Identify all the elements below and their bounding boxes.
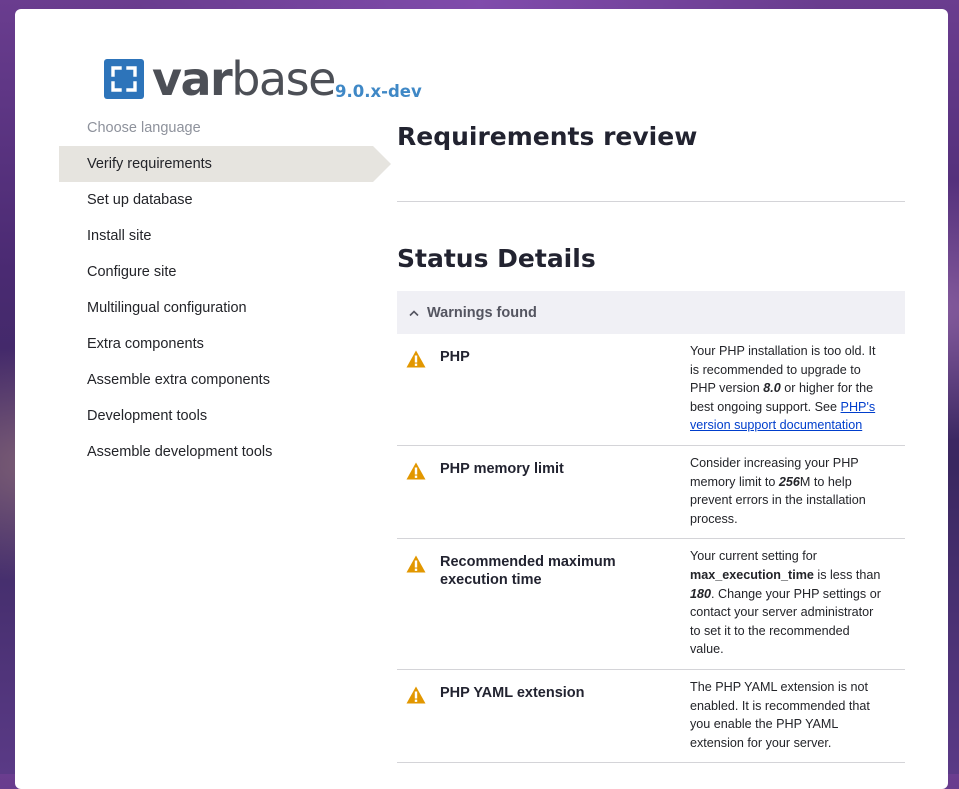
warnings-group-title: Warnings found (427, 304, 537, 321)
step-verify-requirements: Verify requirements (59, 146, 391, 182)
warning-title: PHP memory limit (440, 460, 564, 477)
warning-title: PHP YAML extension (440, 684, 585, 701)
divider (397, 201, 905, 202)
warning-description: Consider increasing your PHP memory limi… (690, 455, 866, 526)
chevron-up-icon (409, 309, 419, 317)
step-set-up-database: Set up database (87, 192, 193, 208)
warning-description: The PHP YAML extension is not enabled. I… (690, 679, 870, 750)
install-steps: Choose language Verify requirements Set … (59, 110, 391, 470)
logo-wordmark: varbase (152, 52, 336, 106)
step-configure-site: Configure site (87, 264, 177, 280)
step-assemble-development-tools: Assemble development tools (87, 444, 273, 460)
step-development-tools: Development tools (87, 408, 208, 424)
installer-card: varbase 9.0.x-dev Choose language Verify… (15, 9, 948, 789)
varbase-logo-icon (104, 59, 144, 99)
warning-row-php: PHP Your PHP installation is too old. It… (397, 334, 905, 446)
warning-icon (406, 350, 427, 435)
step-extra-components: Extra components (87, 336, 204, 352)
warning-row-yaml: PHP YAML extension The PHP YAML extensio… (397, 670, 905, 764)
page-title: Requirements review (397, 122, 698, 151)
step-install-site: Install site (87, 228, 152, 244)
step-assemble-extra-components: Assemble extra components (87, 372, 270, 388)
warning-description: Your current setting for max_execution_t… (690, 549, 881, 657)
warning-icon (406, 555, 427, 659)
version-label: 9.0.x-dev (335, 82, 422, 101)
warning-row-memory-limit: PHP memory limit Consider increasing you… (397, 446, 905, 540)
warning-title: Recommended maximum execution time (440, 554, 616, 589)
warning-description: Your PHP installation is too old. It is … (690, 344, 876, 433)
warnings-group-toggle[interactable]: Warnings found (397, 291, 905, 334)
warning-title: PHP (440, 349, 470, 365)
step-multilingual-configuration: Multilingual configuration (87, 300, 247, 316)
section-title: Status Details (397, 244, 596, 273)
warning-icon (406, 462, 427, 528)
warning-row-execution-time: Recommended maximum execution time Your … (397, 539, 905, 670)
main-content: Requirements review Status Details Warni… (397, 119, 905, 764)
step-choose-language: Choose language (87, 120, 201, 136)
warning-icon (406, 686, 427, 752)
varbase-logo: varbase (104, 52, 336, 106)
